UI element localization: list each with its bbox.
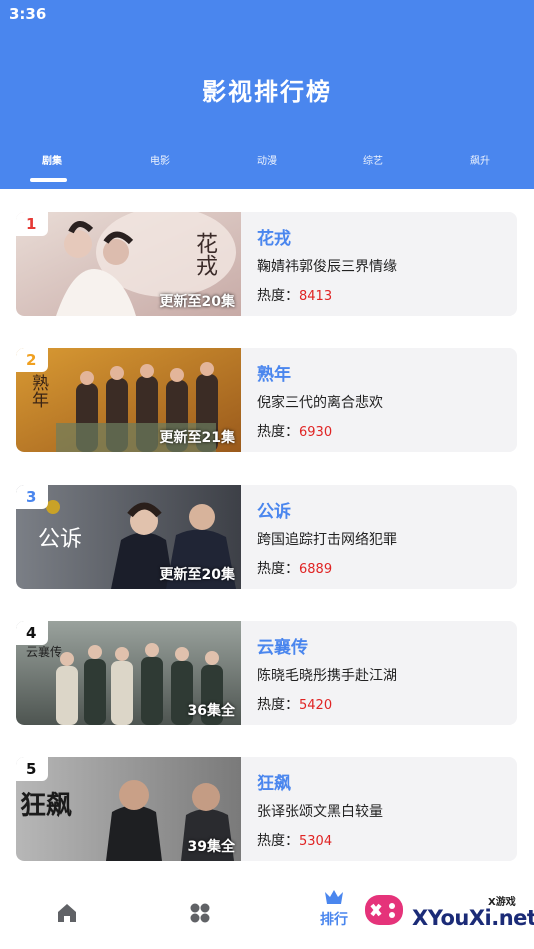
nav-home[interactable] — [37, 878, 97, 949]
poster-title-art: 狂飙 — [20, 791, 73, 821]
poster-title-art: 公诉 — [38, 527, 83, 552]
watermark-logo-icon — [365, 895, 403, 925]
tab-rising[interactable]: 飙升 — [450, 152, 510, 167]
heat-row: 热度：5304 — [257, 830, 332, 850]
episode-status: 更新至20集 — [159, 567, 235, 583]
tab-movies[interactable]: 电影 — [130, 152, 190, 167]
show-description: 跨国追踪打击网络犯罪 — [257, 532, 397, 548]
active-tab-indicator — [30, 178, 67, 182]
show-title[interactable]: 云襄传 — [257, 633, 308, 658]
show-title[interactable]: 花戎 — [257, 224, 291, 249]
rank-badge: 2 — [16, 348, 48, 372]
grid-icon — [190, 903, 210, 923]
heat-row: 热度：6889 — [257, 558, 332, 578]
show-title[interactable]: 公诉 — [257, 497, 291, 522]
heat-label: 热度： — [257, 697, 299, 713]
show-description: 鞠婧祎郭俊辰三界情缘 — [257, 259, 397, 275]
poster-title-art: 云襄传 — [26, 645, 63, 659]
poster-thumbnail[interactable]: 云襄传 4 36集全 — [16, 621, 241, 725]
ranking-card[interactable]: 花戎 1 更新至20集 花戎 鞠婧祎郭俊辰三界情缘 热度：8413 — [16, 212, 517, 316]
heat-row: 热度：8413 — [257, 285, 332, 305]
heat-row: 热度：5420 — [257, 694, 332, 714]
show-description: 陈晓毛晓彤携手赴江湖 — [257, 668, 397, 684]
heat-row: 热度：6930 — [257, 421, 332, 441]
tab-series[interactable]: 剧集 — [22, 152, 82, 167]
show-description: 倪家三代的离合悲欢 — [257, 395, 383, 411]
poster-thumbnail[interactable]: 熟年 2 更新至21集 — [16, 348, 241, 452]
nav-ranking-label: 排行 — [320, 912, 348, 928]
poster-title-art: 熟年 — [28, 374, 48, 408]
poster-thumbnail[interactable]: 狂飙 5 39集全 — [16, 757, 241, 861]
poster-thumbnail[interactable]: 公诉 3 更新至20集 — [16, 485, 241, 589]
show-description: 张译张颂文黑白较量 — [257, 804, 383, 820]
home-icon — [58, 904, 76, 922]
rank-badge: 5 — [16, 757, 48, 781]
episode-status: 更新至20集 — [159, 294, 235, 310]
heat-label: 热度： — [257, 561, 299, 577]
ranking-card[interactable]: 熟年 2 更新至21集 熟年 倪家三代的离合悲欢 热度：6930 — [16, 348, 517, 452]
episode-status: 36集全 — [187, 703, 235, 719]
tab-anime[interactable]: 动漫 — [237, 152, 297, 167]
rank-badge: 1 — [16, 212, 48, 236]
ranking-card[interactable]: 狂飙 5 39集全 狂飙 张译张颂文黑白较量 热度：5304 — [16, 757, 517, 861]
rank-badge: 4 — [16, 621, 48, 645]
watermark-text: XYouXi.net — [412, 906, 534, 930]
ranking-card[interactable]: 云襄传 4 36集全 云襄传 陈晓毛晓彤携手赴江湖 热度：5420 — [16, 621, 517, 725]
crown-icon — [325, 890, 343, 904]
status-time: 3:36 — [9, 5, 47, 23]
heat-value: 6889 — [299, 562, 333, 577]
poster-title-art: 花戎 — [192, 232, 217, 276]
show-title[interactable]: 熟年 — [257, 360, 291, 385]
heat-label: 热度： — [257, 288, 299, 304]
heat-label: 热度： — [257, 833, 299, 849]
page-title: 影视排行榜 — [202, 78, 332, 106]
heat-value: 8413 — [299, 289, 333, 304]
tab-variety[interactable]: 综艺 — [343, 152, 403, 167]
heat-value: 5304 — [299, 834, 333, 849]
nav-ranking[interactable]: 排行 — [304, 878, 364, 949]
poster-thumbnail[interactable]: 花戎 1 更新至20集 — [16, 212, 241, 316]
heat-value: 6930 — [299, 425, 333, 440]
episode-status: 39集全 — [187, 839, 235, 855]
category-tabs: 剧集 电影 动漫 综艺 飙升 — [0, 152, 534, 189]
rank-badge: 3 — [16, 485, 48, 509]
header-bar: 3:36 影视排行榜 剧集 电影 动漫 综艺 飙升 — [0, 0, 534, 189]
show-title[interactable]: 狂飙 — [257, 769, 291, 794]
ranking-card[interactable]: 公诉 3 更新至20集 公诉 跨国追踪打击网络犯罪 热度：6889 — [16, 485, 517, 589]
heat-value: 5420 — [299, 698, 333, 713]
heat-label: 热度： — [257, 424, 299, 440]
episode-status: 更新至21集 — [159, 430, 235, 446]
nav-categories[interactable] — [170, 878, 230, 949]
